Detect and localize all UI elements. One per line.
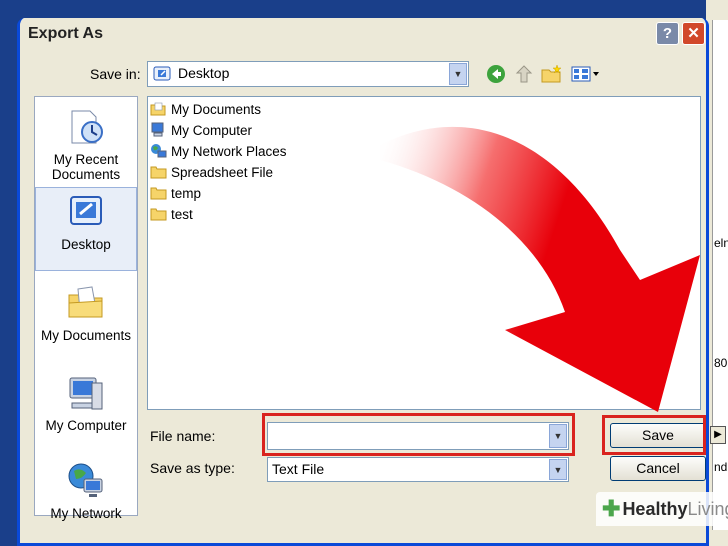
- background-text-nd: nd: [714, 460, 728, 474]
- views-menu-icon[interactable]: [571, 63, 601, 85]
- file-name: My Documents: [171, 101, 262, 117]
- background-window: eln 80 ▶ nd: [706, 0, 728, 546]
- my-computer-icon: [69, 377, 103, 410]
- up-folder-icon[interactable]: [513, 63, 535, 85]
- file-item-my-computer[interactable]: My Computer: [150, 120, 252, 140]
- place-my-recent-documents[interactable]: My Recent Documents: [35, 103, 137, 182]
- folder-icon: [150, 166, 167, 179]
- save-as-type-label: Save as type:: [150, 460, 235, 476]
- recent-documents-icon: [71, 110, 103, 144]
- background-panel: [712, 20, 728, 530]
- background-text-80: 80: [714, 356, 728, 370]
- file-list[interactable]: My Documents My Computer My Network Plac…: [147, 96, 701, 410]
- file-item-spreadsheet-file[interactable]: Spreadsheet File: [150, 162, 273, 182]
- folder-icon: [150, 187, 167, 200]
- chevron-down-icon[interactable]: ▼: [549, 459, 567, 480]
- save-in-dropdown[interactable]: Desktop ▼: [147, 61, 469, 87]
- place-label: My Recent Documents: [51, 152, 121, 182]
- save-highlight: [602, 415, 706, 455]
- save-in-value: Desktop: [178, 65, 230, 81]
- places-bar: My Recent Documents Desktop My Documents: [34, 96, 138, 521]
- back-icon[interactable]: [485, 63, 507, 85]
- place-my-computer[interactable]: My Computer: [35, 369, 137, 433]
- place-label: My Network: [50, 506, 122, 521]
- desktop-icon: [70, 196, 102, 225]
- file-name: temp: [171, 185, 202, 201]
- my-documents-icon: [68, 286, 103, 318]
- dialog-title: Export As: [28, 25, 103, 42]
- place-label: Desktop: [61, 237, 111, 252]
- place-label: My Computer: [45, 418, 127, 433]
- watermark-brand-2: Living: [687, 498, 728, 519]
- close-button[interactable]: ✕: [682, 22, 705, 45]
- cancel-button[interactable]: Cancel: [610, 456, 706, 481]
- place-desktop[interactable]: Desktop: [35, 187, 137, 271]
- save-in-label: Save in:: [90, 66, 141, 82]
- file-name: My Network Places: [171, 143, 287, 159]
- file-name: Spreadsheet File: [171, 164, 274, 180]
- file-name-label: File name:: [150, 428, 216, 444]
- documents-folder-icon: [150, 102, 166, 116]
- chevron-down-icon[interactable]: ▼: [449, 63, 467, 85]
- watermark: ✚ Healthy Living: [596, 492, 728, 526]
- file-name: My Computer: [171, 122, 253, 138]
- file-name: test: [171, 206, 193, 222]
- file-item-my-documents[interactable]: My Documents: [150, 99, 261, 119]
- file-item-test[interactable]: test: [150, 204, 193, 224]
- background-arrow-button[interactable]: ▶: [710, 426, 726, 444]
- export-as-dialog: Export As ? ✕ Save in: Desktop ▼ My Rece…: [17, 18, 709, 546]
- place-my-documents[interactable]: My Documents: [35, 279, 137, 343]
- new-folder-icon[interactable]: [541, 63, 563, 85]
- title-bar: Export As ? ✕: [20, 18, 706, 50]
- background-text-eln: eln: [714, 236, 728, 250]
- file-item-temp[interactable]: temp: [150, 183, 201, 203]
- watermark-plus-icon: ✚: [602, 496, 621, 521]
- file-item-my-network-places[interactable]: My Network Places: [150, 141, 287, 161]
- place-label: My Documents: [40, 328, 132, 343]
- file-name-highlight: [262, 413, 575, 456]
- save-as-type-dropdown[interactable]: Text File ▼: [267, 457, 569, 482]
- computer-icon: [151, 122, 164, 137]
- help-button[interactable]: ?: [656, 22, 679, 45]
- save-as-type-value: Text File: [272, 461, 325, 477]
- my-network-icon: [68, 463, 103, 497]
- desktop-small-icon: [153, 66, 171, 81]
- place-my-network[interactable]: My Network: [35, 457, 137, 521]
- folder-icon: [150, 208, 167, 221]
- watermark-brand: Healthy: [622, 498, 688, 519]
- network-places-icon: [151, 144, 167, 158]
